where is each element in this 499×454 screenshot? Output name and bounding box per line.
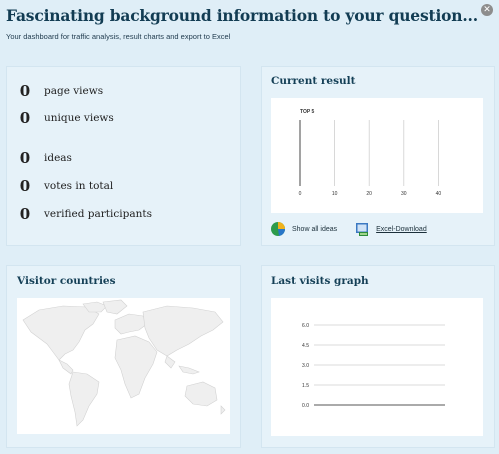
y-tick-label: 4.5 <box>302 343 309 349</box>
stat-unique-views: 0 unique views <box>17 109 114 127</box>
visitor-countries-panel: Visitor countries <box>6 265 241 448</box>
stat-value: 0 <box>19 149 31 167</box>
excel-icon[interactable] <box>355 221 371 237</box>
stat-label: unique views <box>44 112 114 124</box>
result-links: Show all ideas Excel-Download <box>270 219 427 239</box>
visitor-countries-title: Visitor countries <box>17 275 116 287</box>
current-result-panel: Current result TOP 5 0 10 20 30 40 Show all i… <box>261 66 495 246</box>
stat-ideas: 0 ideas <box>17 149 72 167</box>
x-tick-label: 0 <box>299 191 302 197</box>
world-map-icon <box>22 299 226 427</box>
stat-page-views: 0 page views <box>17 82 104 100</box>
stat-label: ideas <box>44 152 72 164</box>
show-all-ideas-link[interactable]: Show all ideas <box>292 226 337 233</box>
chart-title: TOP 5 <box>300 109 314 115</box>
y-tick-label: 3.0 <box>302 363 309 369</box>
stat-value: 0 <box>19 205 31 223</box>
stat-label: verified participants <box>44 208 152 220</box>
pie-chart-icon[interactable] <box>270 221 286 237</box>
page-title: Fascinating background information to yo… <box>6 6 478 25</box>
stat-votes-total: 0 votes in total <box>17 177 114 195</box>
stat-value: 0 <box>19 82 31 100</box>
dashboard-header: Fascinating background information to yo… <box>6 6 496 41</box>
top5-chart: TOP 5 0 10 20 30 40 <box>271 98 483 213</box>
x-tick-label: 40 <box>436 191 442 197</box>
last-visits-panel: Last visits graph 6.0 4.5 3.0 1.5 0.0 <box>261 265 495 448</box>
stat-label: page views <box>44 85 104 97</box>
excel-download-link[interactable]: Excel-Download <box>376 226 427 233</box>
x-tick-label: 20 <box>366 191 372 197</box>
last-visits-chart: 6.0 4.5 3.0 1.5 0.0 <box>271 298 483 436</box>
stat-verified-participants: 0 verified participants <box>17 205 152 223</box>
stat-value: 0 <box>19 109 31 127</box>
last-visits-title: Last visits graph <box>271 275 369 287</box>
stat-value: 0 <box>19 177 31 195</box>
y-tick-label: 1.5 <box>302 383 309 389</box>
page-subtitle: Your dashboard for traffic analysis, res… <box>6 32 231 41</box>
x-tick-label: 10 <box>332 191 338 197</box>
last-visits-chart-svg: 6.0 4.5 3.0 1.5 0.0 <box>302 323 445 409</box>
y-tick-label: 0.0 <box>302 403 309 409</box>
top5-chart-svg: TOP 5 0 10 20 30 40 <box>299 109 442 197</box>
stat-label: votes in total <box>44 180 114 192</box>
world-map <box>17 298 230 434</box>
y-tick-label: 6.0 <box>302 323 309 329</box>
current-result-title: Current result <box>271 75 356 87</box>
close-icon[interactable]: ✕ <box>481 4 493 16</box>
stats-panel: 0 page views 0 unique views 0 ideas 0 vo… <box>6 66 241 246</box>
x-tick-label: 30 <box>401 191 407 197</box>
